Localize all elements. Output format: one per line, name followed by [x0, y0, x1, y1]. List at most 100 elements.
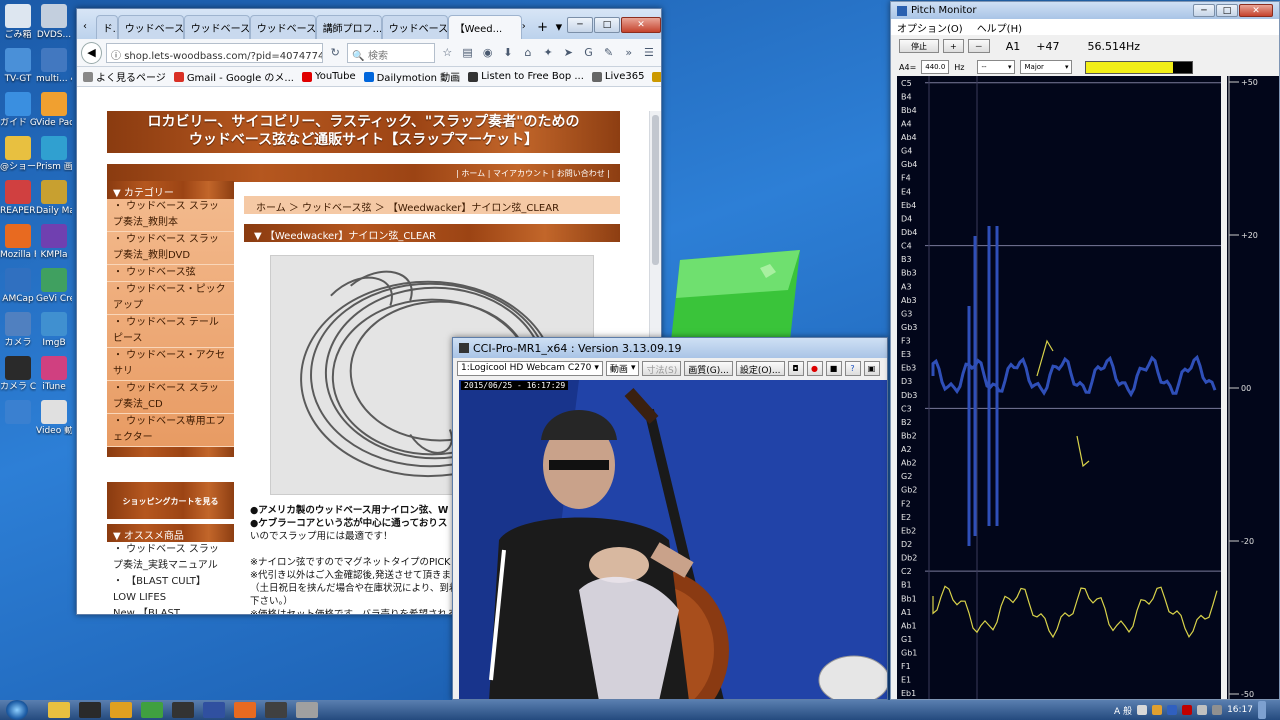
category-link[interactable]: ・ ウッドベース テールピース: [107, 315, 234, 348]
clock[interactable]: 16:17: [1227, 705, 1253, 715]
close-button[interactable]: ✕: [621, 17, 661, 33]
recommend-link[interactable]: New 【BLAST: [107, 606, 234, 614]
desktop-icon[interactable]: ImgB: [36, 312, 72, 348]
browser-tab[interactable]: 講師プロフ...: [315, 15, 382, 39]
stop-button[interactable]: 停止: [899, 39, 939, 53]
transpose-up-button[interactable]: +: [943, 39, 964, 53]
ime-icon[interactable]: [1137, 705, 1148, 715]
browser-tab[interactable]: ウッドベース...: [183, 15, 250, 39]
bookmark-item[interactable]: Gmail - Google のメ...: [173, 69, 294, 84]
desktop-icon[interactable]: @ショート...: [0, 136, 36, 172]
desktop-icon[interactable]: Vide Pad.e: [36, 92, 72, 128]
scrollbar-thumb[interactable]: [652, 115, 659, 265]
bookmark-item[interactable]: YouTube: [301, 71, 356, 82]
device-select[interactable]: 1:Logicool HD Webcam C270 ▾: [457, 360, 603, 376]
record-tray-icon[interactable]: [1182, 705, 1193, 715]
browser-tab[interactable]: ウッドベース...: [117, 15, 184, 39]
taskbar-app-grey-icon[interactable]: [296, 702, 318, 718]
extension-icon[interactable]: ✦: [540, 44, 556, 62]
minimize-button[interactable]: ─: [1193, 4, 1215, 17]
recommend-link[interactable]: ・ ウッドベース スラップ奏法_実践マニュアル: [107, 542, 234, 574]
pocket-icon[interactable]: ◉: [480, 44, 496, 62]
menu-help[interactable]: ヘルプ(H): [977, 20, 1022, 35]
desktop-icon[interactable]: KMPla: [36, 224, 72, 260]
cci-titlebar[interactable]: CCI-Pro-MR1_x64 : Version 3.13.09.19: [453, 338, 887, 358]
start-button[interactable]: [6, 700, 28, 720]
size-button[interactable]: 寸法(S): [642, 360, 682, 376]
category-link[interactable]: ・ ウッドベース・ピックアップ: [107, 282, 234, 315]
browser-tab[interactable]: 【Weed...: [447, 15, 522, 39]
ime-indicator[interactable]: A 般: [1114, 704, 1132, 717]
desktop-icon[interactable]: AMCap: [0, 268, 36, 304]
breadcrumb[interactable]: ホーム ＞ ウッドベース弦 ＞ 【Weedwacker】ナイロン弦_CLEAR: [244, 196, 620, 214]
help-icon[interactable]: ?: [844, 360, 861, 376]
taskbar-media-icon[interactable]: [79, 702, 101, 718]
category-link[interactable]: ・ ウッドベース スラップ奏法_教則DVD: [107, 232, 234, 265]
view-cart-button[interactable]: ショッピングカートを見る: [107, 482, 234, 519]
mode-select[interactable]: 動画 ▾: [605, 360, 640, 376]
google-icon[interactable]: G: [580, 44, 596, 62]
home-icon[interactable]: ⌂: [520, 44, 536, 62]
tray-app-icon[interactable]: [1152, 705, 1163, 715]
a4-input[interactable]: 440.0: [921, 60, 950, 74]
url-bar[interactable]: ⓘ shop.lets-woodbass.com/?pid=40747743: [106, 42, 324, 63]
battery-icon[interactable]: [1212, 705, 1223, 715]
search-input[interactable]: 🔍 検索: [347, 42, 436, 63]
site-links[interactable]: | ホーム | マイアカウント | お問い合わせ |: [107, 164, 620, 182]
desktop-icon[interactable]: [0, 400, 36, 426]
taskbar-chrome-icon[interactable]: [110, 702, 132, 718]
desktop-icon[interactable]: Prism 画ファ: [36, 136, 72, 172]
category-link[interactable]: ・ ウッドベース スラップ奏法_教則本: [107, 199, 234, 232]
desktop-icon[interactable]: Daily Mass: [36, 180, 72, 216]
taskbar-explorer-icon[interactable]: [48, 702, 70, 718]
volume-icon[interactable]: [1197, 705, 1208, 715]
tab-scroll-left-icon[interactable]: ‹: [83, 13, 96, 39]
menu-icon[interactable]: ☰: [641, 44, 657, 62]
category-link[interactable]: ・ ウッドベース専用エフェクター: [107, 414, 234, 447]
desktop-icon[interactable]: DVDS...: [36, 4, 72, 40]
reading-list-icon[interactable]: ▤: [459, 44, 475, 62]
desktop-icon[interactable]: Video 動画編: [36, 400, 72, 436]
desktop-icon[interactable]: ごみ箱: [0, 4, 36, 40]
category-link[interactable]: ・ ウッドベース弦: [107, 265, 234, 282]
scale-select[interactable]: Major ▾: [1020, 60, 1073, 74]
desktop-icon[interactable]: TV-GT: [0, 48, 36, 84]
close-button[interactable]: ✕: [1239, 4, 1273, 17]
record-icon[interactable]: ●: [806, 360, 823, 376]
desktop-icon[interactable]: multi... 4.1: [36, 48, 72, 84]
maximize-button[interactable]: □: [594, 17, 620, 33]
minimize-button[interactable]: ─: [567, 17, 593, 33]
bookmark-item[interactable]: Live365: [591, 71, 644, 82]
category-link[interactable]: ・ ウッドベース・アクセサリ: [107, 348, 234, 381]
image-quality-button[interactable]: 画質(G)...: [684, 360, 733, 376]
new-tab-button[interactable]: +: [534, 15, 550, 39]
taskbar-app-green-icon[interactable]: [141, 702, 163, 718]
taskbar-app-terminal-icon[interactable]: [172, 702, 194, 718]
browser-tab[interactable]: ド...: [95, 15, 118, 39]
browser-tab[interactable]: ウッドベース...: [381, 15, 448, 39]
tab-scroll-right-icon[interactable]: ›: [522, 13, 535, 39]
desktop-icon[interactable]: iTune: [36, 356, 72, 392]
send-icon[interactable]: ➤: [560, 44, 576, 62]
cci-camera-window[interactable]: CCI-Pro-MR1_x64 : Version 3.13.09.19 1:L…: [452, 337, 888, 700]
desktop-icon[interactable]: Mozilla Firefox: [0, 224, 36, 260]
key-select[interactable]: -- ▾: [977, 60, 1016, 74]
settings-button[interactable]: 設定(O)...: [735, 360, 785, 376]
reload-icon[interactable]: ↻: [327, 44, 343, 62]
site-banner[interactable]: ロカビリー、サイコビリー、ラスティック、"スラップ奏者"のための ウッドベース弦…: [107, 111, 620, 153]
recommend-link[interactable]: ・ 【BLAST CULT】LOW LIFES: [107, 574, 234, 606]
menu-options[interactable]: オプション(O): [897, 20, 963, 35]
taskbar-cci-icon[interactable]: [265, 702, 287, 718]
network-icon[interactable]: [1167, 705, 1178, 715]
desktop-icon[interactable]: GeVi Creati: [36, 268, 72, 304]
bookmark-item[interactable]: よく見るページ: [83, 69, 166, 84]
bookmark-item[interactable]: Listen to Free Bop ...: [468, 71, 584, 82]
snapshot-icon[interactable]: ◘: [787, 360, 804, 376]
browser-tab[interactable]: ウッドベース...: [249, 15, 316, 39]
desktop-icon[interactable]: カメラ: [0, 312, 36, 348]
stop-icon[interactable]: ■: [825, 360, 842, 376]
taskbar-firefox-icon[interactable]: [234, 702, 256, 718]
category-link[interactable]: ・ ウッドベース スラップ奏法_CD: [107, 381, 234, 414]
taskbar-app-blue-icon[interactable]: [203, 702, 225, 718]
pitch-monitor-window[interactable]: Pitch Monitor ─ □ ✕ オプション(O) ヘルプ(H) 停止 +…: [890, 1, 1280, 700]
